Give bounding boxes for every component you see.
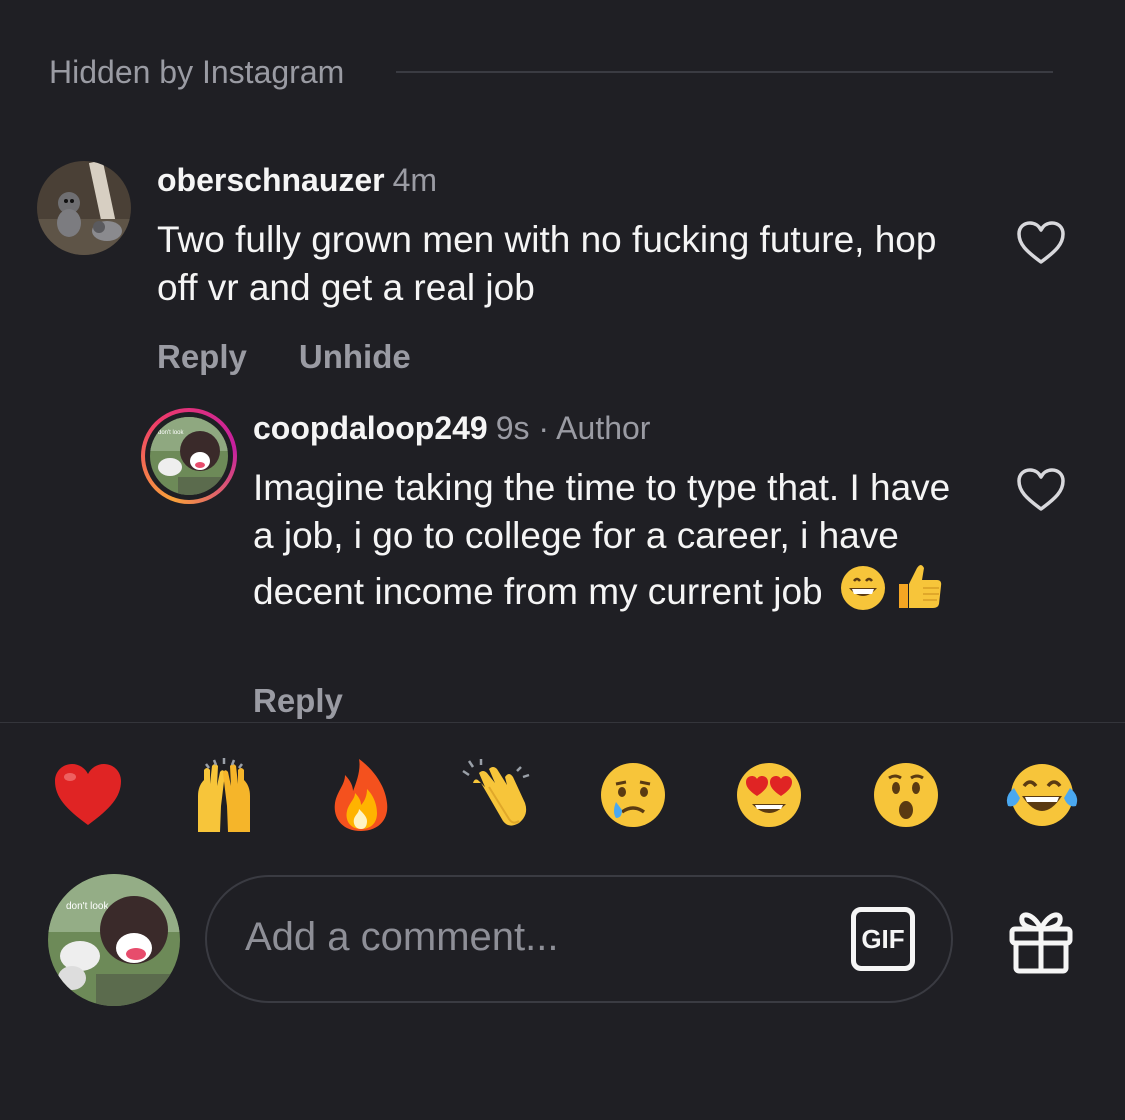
gif-button[interactable]: GIF [851,907,915,971]
composer-divider [0,722,1125,723]
reply-button[interactable]: Reply [157,338,247,376]
hidden-section-header: Hidden by Instagram [49,50,1053,94]
grinning-face-icon [839,564,887,624]
comment-timestamp: 4m [392,162,438,198]
reply-header: coopdaloop249 9s · Author [253,410,650,447]
commenter-avatar[interactable] [37,161,131,255]
reply-username[interactable]: coopdaloop249 [253,410,488,446]
quick-reactions-bar [48,752,1082,838]
reply-avatar-caption: don't look [158,430,184,436]
thumbs-up-icon [893,560,945,624]
reply-reply-button[interactable]: Reply [253,682,343,720]
commenter-username[interactable]: oberschnauzer [157,162,385,198]
comment-input-placeholder: Add a comment... [245,915,559,959]
crying-face-reaction-icon[interactable] [593,755,673,835]
surprised-face-reaction-icon[interactable] [866,755,946,835]
current-user-avatar-caption: don't look [66,901,109,912]
current-user-avatar[interactable]: don't look [48,874,180,1006]
reply-text: Imagine taking the time to type that. I … [253,464,968,624]
heart-eyes-face-reaction-icon[interactable] [729,755,809,835]
comment-input[interactable]: Add a comment... GIF [205,875,953,1003]
comment-actions: Reply Unhide [157,338,411,376]
reply-timestamp-author: 9s · Author [495,410,651,446]
reply-avatar: don't look [150,417,228,495]
reply-actions: Reply [253,682,343,720]
clapping-hands-reaction-icon[interactable] [457,755,537,835]
comment-header: oberschnauzer 4m [157,162,437,199]
like-heart-icon[interactable] [1016,220,1066,266]
comment-text: Two fully grown men with no fucking futu… [157,219,937,308]
reply-avatar-story-ring[interactable]: don't look [141,408,237,504]
hidden-by-instagram-label: Hidden by Instagram [49,53,345,90]
tears-of-joy-face-reaction-icon[interactable] [1002,755,1082,835]
fire-reaction-icon[interactable] [321,755,401,835]
heart-reaction-icon[interactable] [48,755,128,835]
raised-hands-reaction-icon[interactable] [184,755,264,835]
reply-like-heart-icon[interactable] [1016,467,1066,513]
unhide-button[interactable]: Unhide [299,338,411,376]
header-divider [396,71,1053,73]
gift-icon[interactable] [1006,905,1076,975]
